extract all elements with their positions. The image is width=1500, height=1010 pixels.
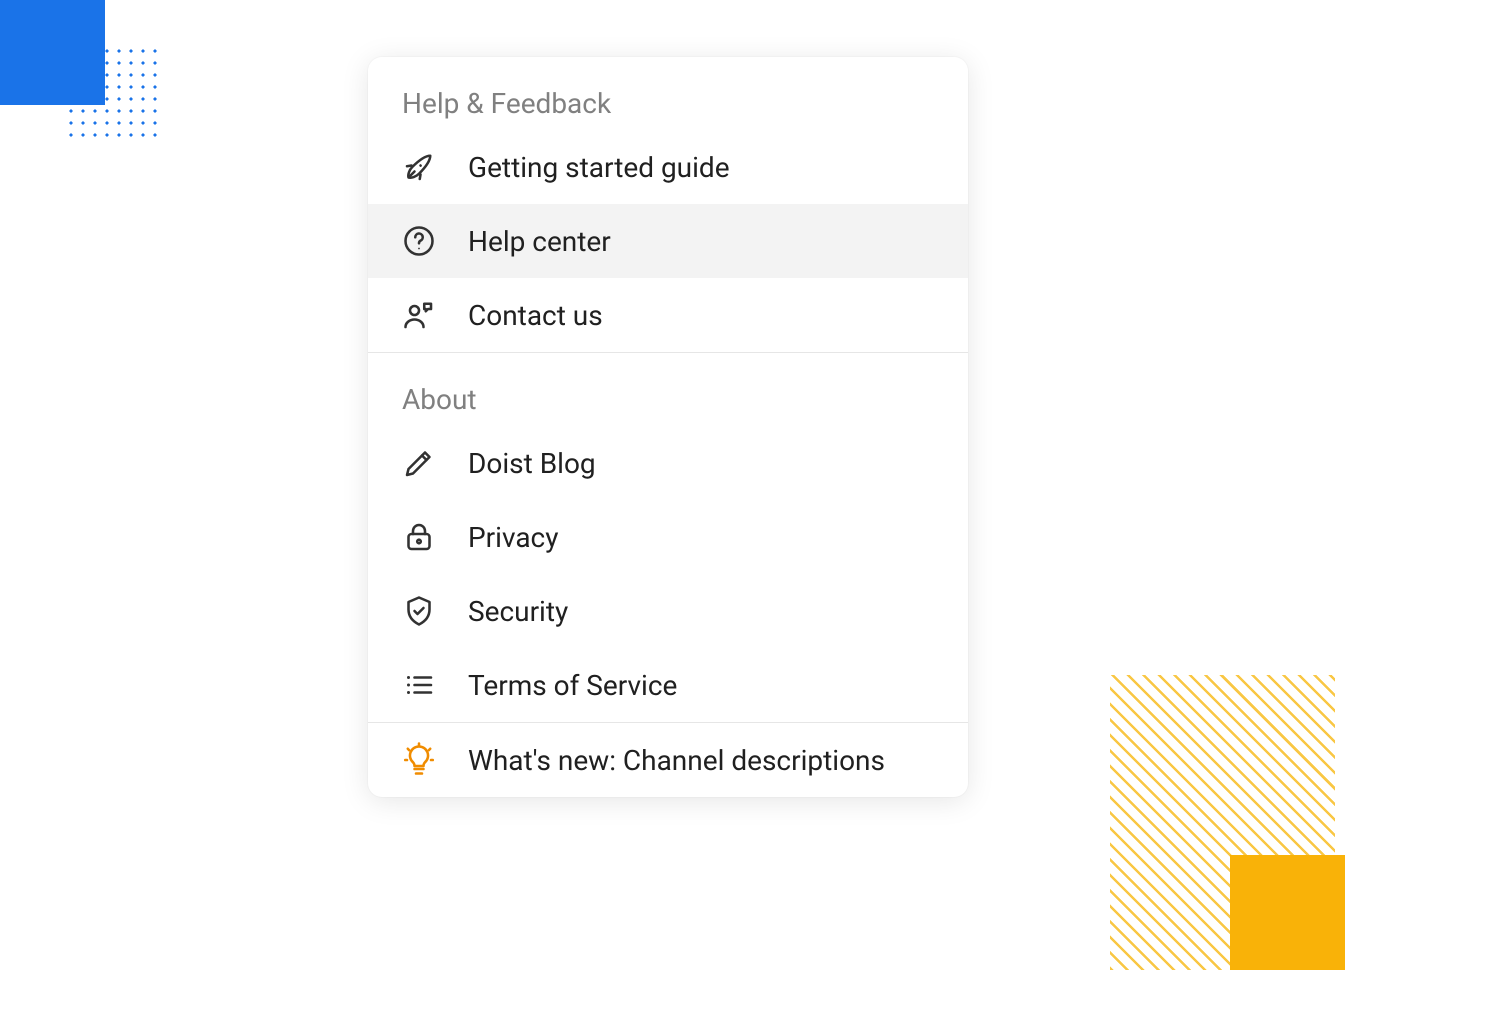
item-label: What's new: Channel descriptions xyxy=(468,744,885,777)
item-help-center[interactable]: Help center xyxy=(368,204,968,278)
item-privacy[interactable]: Privacy xyxy=(368,500,968,574)
bulb-icon xyxy=(398,739,440,781)
help-icon xyxy=(398,220,440,262)
pencil-icon xyxy=(398,442,440,484)
section-title-help: Help & Feedback xyxy=(368,57,968,130)
item-blog[interactable]: Doist Blog xyxy=(368,426,968,500)
decor-blue-dots xyxy=(65,45,160,140)
item-label: Security xyxy=(468,595,568,628)
lock-icon xyxy=(398,516,440,558)
item-label: Doist Blog xyxy=(468,447,596,480)
section-title-about: About xyxy=(368,353,968,426)
item-label: Terms of Service xyxy=(468,669,677,702)
decor-yellow-square xyxy=(1230,855,1345,970)
item-whats-new[interactable]: What's new: Channel descriptions xyxy=(368,723,968,797)
item-terms[interactable]: Terms of Service xyxy=(368,648,968,722)
item-security[interactable]: Security xyxy=(368,574,968,648)
list-icon xyxy=(398,664,440,706)
item-contact-us[interactable]: Contact us xyxy=(368,278,968,352)
help-feedback-menu: Help & Feedback Getting started guide He… xyxy=(368,57,968,797)
rocket-icon xyxy=(398,146,440,188)
item-label: Privacy xyxy=(468,521,558,554)
item-getting-started[interactable]: Getting started guide xyxy=(368,130,968,204)
item-label: Help center xyxy=(468,225,611,258)
shield-icon xyxy=(398,590,440,632)
item-label: Getting started guide xyxy=(468,151,730,184)
contact-icon xyxy=(398,294,440,336)
item-label: Contact us xyxy=(468,299,603,332)
